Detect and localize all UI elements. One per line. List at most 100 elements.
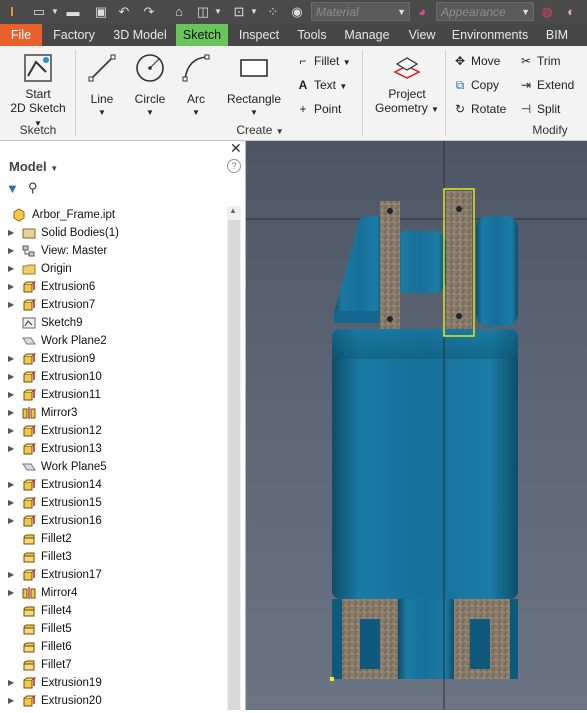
find-icon[interactable]: ⚲ bbox=[28, 180, 38, 196]
select-icon[interactable]: ⊡ bbox=[230, 3, 248, 20]
tree-item-label: Extrusion20 bbox=[41, 695, 102, 707]
undo-icon[interactable]: ↶ bbox=[115, 3, 133, 20]
tab-view[interactable]: View bbox=[402, 24, 442, 46]
redo-icon[interactable]: ↷ bbox=[140, 3, 158, 20]
open-folder-icon[interactable]: ▬ bbox=[64, 3, 82, 20]
point-button[interactable]: + Point bbox=[295, 100, 341, 118]
fillet-icon bbox=[22, 533, 36, 545]
color-wheel-icon[interactable]: ◕ bbox=[413, 3, 431, 20]
clear-appearance-icon[interactable]: ◍ bbox=[538, 3, 556, 20]
tab-bim[interactable]: BIM bbox=[540, 24, 574, 46]
extrusion-icon bbox=[22, 425, 37, 437]
browser-title[interactable]: Model ▼ bbox=[9, 159, 58, 174]
rotate-button[interactable]: ↻ Rotate bbox=[452, 100, 506, 118]
tab-inspect[interactable]: Inspect bbox=[233, 24, 285, 46]
group-label-create[interactable]: Create ▼ bbox=[220, 123, 300, 137]
tab-manage[interactable]: Manage bbox=[339, 24, 395, 46]
new-file-icon[interactable]: ▭ bbox=[30, 3, 48, 20]
expand-arrow-icon[interactable]: ▶ bbox=[8, 566, 14, 584]
ribbon-separator bbox=[75, 50, 76, 136]
expand-arrow-icon[interactable]: ▶ bbox=[8, 242, 14, 260]
upper-bracket[interactable] bbox=[334, 216, 384, 321]
split-label: Split bbox=[537, 102, 561, 116]
expand-arrow-icon[interactable]: ▶ bbox=[8, 224, 14, 242]
tab-3d-model[interactable]: 3D Model bbox=[107, 24, 173, 46]
properties-dropdown-icon[interactable]: ▼ bbox=[213, 3, 223, 20]
arc-button[interactable]: Arc ▼ bbox=[176, 52, 216, 120]
ribbon-separator bbox=[362, 50, 363, 136]
copy-icon: ⧉ bbox=[455, 78, 465, 92]
circle-button[interactable]: Circle ▼ bbox=[130, 52, 170, 120]
expand-arrow-icon[interactable]: ▶ bbox=[8, 386, 14, 404]
save-icon[interactable]: ▣ bbox=[92, 3, 110, 20]
tab-file[interactable]: File bbox=[0, 24, 42, 46]
extrusion-icon bbox=[22, 389, 37, 401]
rectangle-button[interactable]: Rectangle ▼ bbox=[222, 52, 286, 120]
tree-item-label: Extrusion12 bbox=[41, 425, 102, 437]
group-label-modify: Modify bbox=[532, 123, 568, 137]
project-geometry-button[interactable]: Project Geometry ▼ bbox=[372, 52, 442, 117]
scroll-up-icon[interactable]: ▲ bbox=[229, 206, 237, 215]
line-button[interactable]: Line ▼ bbox=[82, 52, 122, 120]
text-button[interactable]: A Text ▼ bbox=[295, 76, 348, 94]
chevron-down-icon: ▼ bbox=[192, 108, 200, 117]
fillet-button[interactable]: ⌐ Fillet ▼ bbox=[295, 52, 350, 70]
component-icon[interactable]: ⁘ bbox=[264, 3, 282, 20]
home-icon[interactable]: ⌂ bbox=[170, 3, 188, 20]
extrusion-icon bbox=[22, 677, 37, 689]
select-dropdown-icon[interactable]: ▼ bbox=[249, 3, 259, 20]
copy-button[interactable]: ⧉ Copy bbox=[452, 76, 499, 94]
extrusion-icon bbox=[22, 353, 37, 365]
extrusion-icon bbox=[22, 515, 37, 527]
extend-button[interactable]: ⇥ Extend bbox=[518, 76, 574, 94]
text-icon: A bbox=[298, 78, 308, 92]
expand-arrow-icon[interactable]: ▶ bbox=[8, 368, 14, 386]
expand-arrow-icon[interactable]: ▶ bbox=[8, 494, 14, 512]
properties-icon[interactable]: ◫ bbox=[194, 3, 212, 20]
project-geometry-label-2: Geometry ▼ bbox=[375, 101, 439, 115]
browser-scrollbar[interactable]: ▲ bbox=[227, 206, 241, 710]
expand-arrow-icon[interactable]: ▶ bbox=[8, 404, 14, 422]
tree-item-label: Extrusion19 bbox=[41, 677, 102, 689]
start-2d-sketch-button[interactable]: Start 2D Sketch ▼ bbox=[8, 52, 68, 131]
expand-arrow-icon[interactable]: ▶ bbox=[8, 584, 14, 602]
scrollbar-thumb[interactable] bbox=[228, 220, 240, 710]
expand-arrow-icon[interactable]: ▶ bbox=[8, 692, 14, 710]
trim-button[interactable]: ✂ Trim bbox=[518, 52, 561, 70]
adjust-appearance-icon[interactable]: ◐ bbox=[562, 3, 580, 20]
tab-tools[interactable]: Tools bbox=[291, 24, 333, 46]
part-model[interactable] bbox=[246, 141, 587, 710]
move-button[interactable]: ✥ Move bbox=[452, 52, 500, 70]
tree-item-label: Extrusion10 bbox=[41, 371, 102, 383]
tab-environments[interactable]: Environments bbox=[448, 24, 532, 46]
expand-arrow-icon[interactable]: ▶ bbox=[8, 278, 14, 296]
expand-arrow-icon[interactable]: ▶ bbox=[8, 260, 14, 278]
expand-arrow-icon[interactable]: ▶ bbox=[8, 674, 14, 692]
split-button[interactable]: ⊣ Split bbox=[518, 100, 561, 118]
filter-icon[interactable]: ▼ bbox=[6, 181, 19, 196]
expand-arrow-icon[interactable]: ▶ bbox=[8, 440, 14, 458]
main-body[interactable] bbox=[332, 329, 518, 599]
expand-arrow-icon[interactable]: ▶ bbox=[8, 422, 14, 440]
chevron-down-icon: ▼ bbox=[521, 7, 530, 17]
graphics-viewport[interactable] bbox=[246, 141, 587, 710]
point-label: Point bbox=[314, 102, 342, 116]
origin-point[interactable] bbox=[330, 677, 334, 681]
expand-arrow-icon[interactable]: ▶ bbox=[8, 296, 14, 314]
appearance-dropdown[interactable]: Appearance ▼ bbox=[436, 2, 534, 21]
expand-arrow-icon[interactable]: ▶ bbox=[8, 512, 14, 530]
new-dropdown-icon[interactable]: ▼ bbox=[50, 3, 60, 20]
expand-arrow-icon[interactable]: ▶ bbox=[8, 476, 14, 494]
expand-arrow-icon[interactable]: ▶ bbox=[8, 350, 14, 368]
close-icon[interactable]: ✕ bbox=[230, 140, 242, 157]
material-dropdown[interactable]: Material ▼ bbox=[311, 2, 410, 21]
tab-sketch[interactable]: Sketch bbox=[176, 24, 228, 46]
arc-label: Arc bbox=[187, 92, 205, 106]
app-logo-icon[interactable]: I bbox=[2, 3, 22, 20]
adjust-icon[interactable]: ◉ bbox=[288, 3, 306, 20]
help-icon[interactable]: ? bbox=[227, 159, 241, 173]
tab-factory[interactable]: Factory bbox=[47, 24, 101, 46]
tree-item-label: View: Master bbox=[41, 245, 108, 257]
extrusion-icon bbox=[22, 299, 37, 311]
sketch-icon bbox=[22, 317, 36, 329]
